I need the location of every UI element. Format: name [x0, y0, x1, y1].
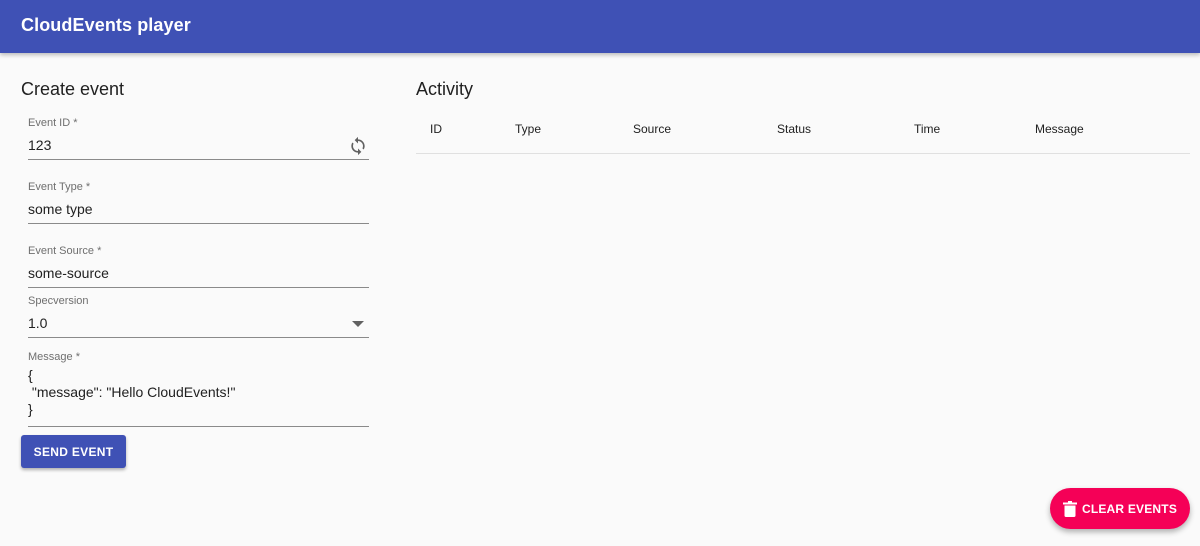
event-id-input[interactable]: 123 [28, 137, 51, 153]
column-header-id[interactable]: ID [430, 122, 442, 136]
column-header-message[interactable]: Message [1035, 122, 1084, 136]
app-title: CloudEvents player [21, 15, 191, 35]
column-header-status[interactable]: Status [777, 122, 811, 136]
message-field[interactable]: Message * { "message": "Hello CloudEvent… [28, 351, 369, 427]
send-event-button[interactable]: SEND EVENT [21, 435, 126, 468]
clear-events-label: CLEAR EVENTS [1081, 501, 1178, 516]
event-type-field[interactable]: Event Type * some type [28, 181, 369, 224]
refresh-icon[interactable] [347, 135, 369, 157]
dropdown-arrow-icon[interactable] [347, 313, 369, 335]
specversion-value[interactable]: 1.0 [28, 315, 47, 331]
message-textarea[interactable]: { "message": "Hello CloudEvents!" } [28, 367, 235, 418]
message-label: Message * [28, 351, 80, 363]
activity-table-header: ID Type Source Status Time Message [416, 109, 1190, 154]
event-id-label: Event ID * [28, 117, 78, 129]
create-event-title: Create event [21, 79, 125, 99]
column-header-time[interactable]: Time [914, 122, 940, 136]
event-id-field[interactable]: Event ID * 123 [28, 117, 369, 160]
column-header-source[interactable]: Source [633, 122, 671, 136]
column-header-type[interactable]: Type [515, 122, 541, 136]
activity-title: Activity [416, 79, 474, 99]
specversion-select[interactable]: Specversion 1.0 [28, 295, 369, 338]
event-type-label: Event Type * [28, 181, 91, 193]
event-source-label: Event Source * [28, 245, 102, 257]
app-bar: CloudEvents player [0, 0, 1200, 53]
trash-icon [1062, 500, 1077, 517]
event-source-field[interactable]: Event Source * some-source [28, 245, 369, 288]
specversion-label: Specversion [28, 295, 89, 307]
event-source-input[interactable]: some-source [28, 265, 109, 281]
clear-events-button[interactable]: CLEAR EVENTS [1050, 488, 1190, 529]
event-type-input[interactable]: some type [28, 201, 93, 217]
